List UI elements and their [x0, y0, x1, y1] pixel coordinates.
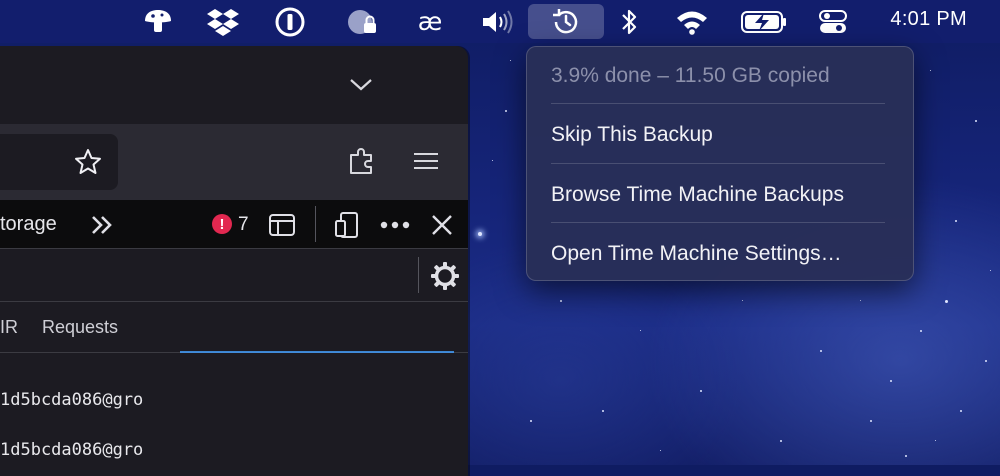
control-center-icon[interactable]	[816, 4, 850, 39]
menu-bar: æ 4:01 PM	[0, 0, 1000, 43]
time-machine-menu: 3.9% done – 11.50 GB copied Skip This Ba…	[526, 46, 914, 281]
ae-icon[interactable]: æ	[410, 4, 450, 39]
open-settings-item[interactable]: Open Time Machine Settings…	[551, 242, 842, 266]
bluetooth-icon[interactable]	[616, 4, 642, 39]
more-options-icon[interactable]	[378, 212, 412, 238]
title-bar	[0, 46, 468, 124]
time-machine-icon[interactable]	[528, 4, 604, 39]
chevron-down-icon[interactable]	[346, 70, 376, 100]
wifi-icon[interactable]	[672, 4, 712, 39]
dropbox-icon[interactable]	[203, 4, 243, 39]
clock[interactable]: 4:01 PM	[890, 8, 967, 31]
request-filter-tabs: IR Requests	[0, 302, 468, 353]
tab-requests[interactable]: Requests	[42, 317, 118, 338]
toolbar-divider	[315, 206, 316, 242]
extensions-puzzle-icon[interactable]	[346, 144, 378, 178]
menu-separator	[551, 222, 885, 223]
skip-backup-item[interactable]: Skip This Backup	[551, 123, 713, 147]
error-icon[interactable]: !	[212, 214, 232, 234]
vpn-lock-icon[interactable]	[342, 4, 382, 39]
menu-separator	[551, 103, 885, 104]
devtools-tab-bar: torage ! 7	[0, 200, 468, 249]
browse-backups-item[interactable]: Browse Time Machine Backups	[551, 183, 844, 207]
link-underline	[180, 351, 454, 353]
filter-bar	[0, 249, 468, 302]
onepassword-icon[interactable]	[270, 4, 310, 39]
error-count: 7	[238, 214, 249, 235]
browser-window: torage ! 7 IR Requests 1d5bcda086@gro 1d…	[0, 46, 468, 476]
backup-status: 3.9% done – 11.50 GB copied	[551, 64, 830, 87]
bookmark-star-icon[interactable]	[72, 146, 104, 178]
nav-toolbar	[0, 124, 468, 200]
gear-icon[interactable]	[428, 259, 462, 293]
mushroom-icon[interactable]	[138, 4, 178, 39]
url-bar[interactable]	[0, 134, 118, 190]
tab-storage[interactable]: torage	[0, 213, 57, 236]
list-item[interactable]: 1d5bcda086@gro	[0, 440, 143, 460]
list-item[interactable]: 1d5bcda086@gro	[0, 390, 143, 410]
request-list: 1d5bcda086@gro 1d5bcda086@gro	[0, 351, 468, 476]
more-tabs-chevrons-icon[interactable]	[88, 212, 116, 238]
close-icon[interactable]	[428, 211, 456, 239]
dock-layout-icon[interactable]	[266, 212, 298, 238]
responsive-design-icon[interactable]	[332, 210, 362, 240]
hamburger-menu-icon[interactable]	[410, 146, 442, 176]
filter-divider	[418, 257, 419, 293]
tab-xhr[interactable]: IR	[0, 317, 18, 338]
volume-icon[interactable]	[478, 4, 518, 39]
battery-charging-icon[interactable]	[738, 4, 790, 39]
menu-separator	[551, 163, 885, 164]
